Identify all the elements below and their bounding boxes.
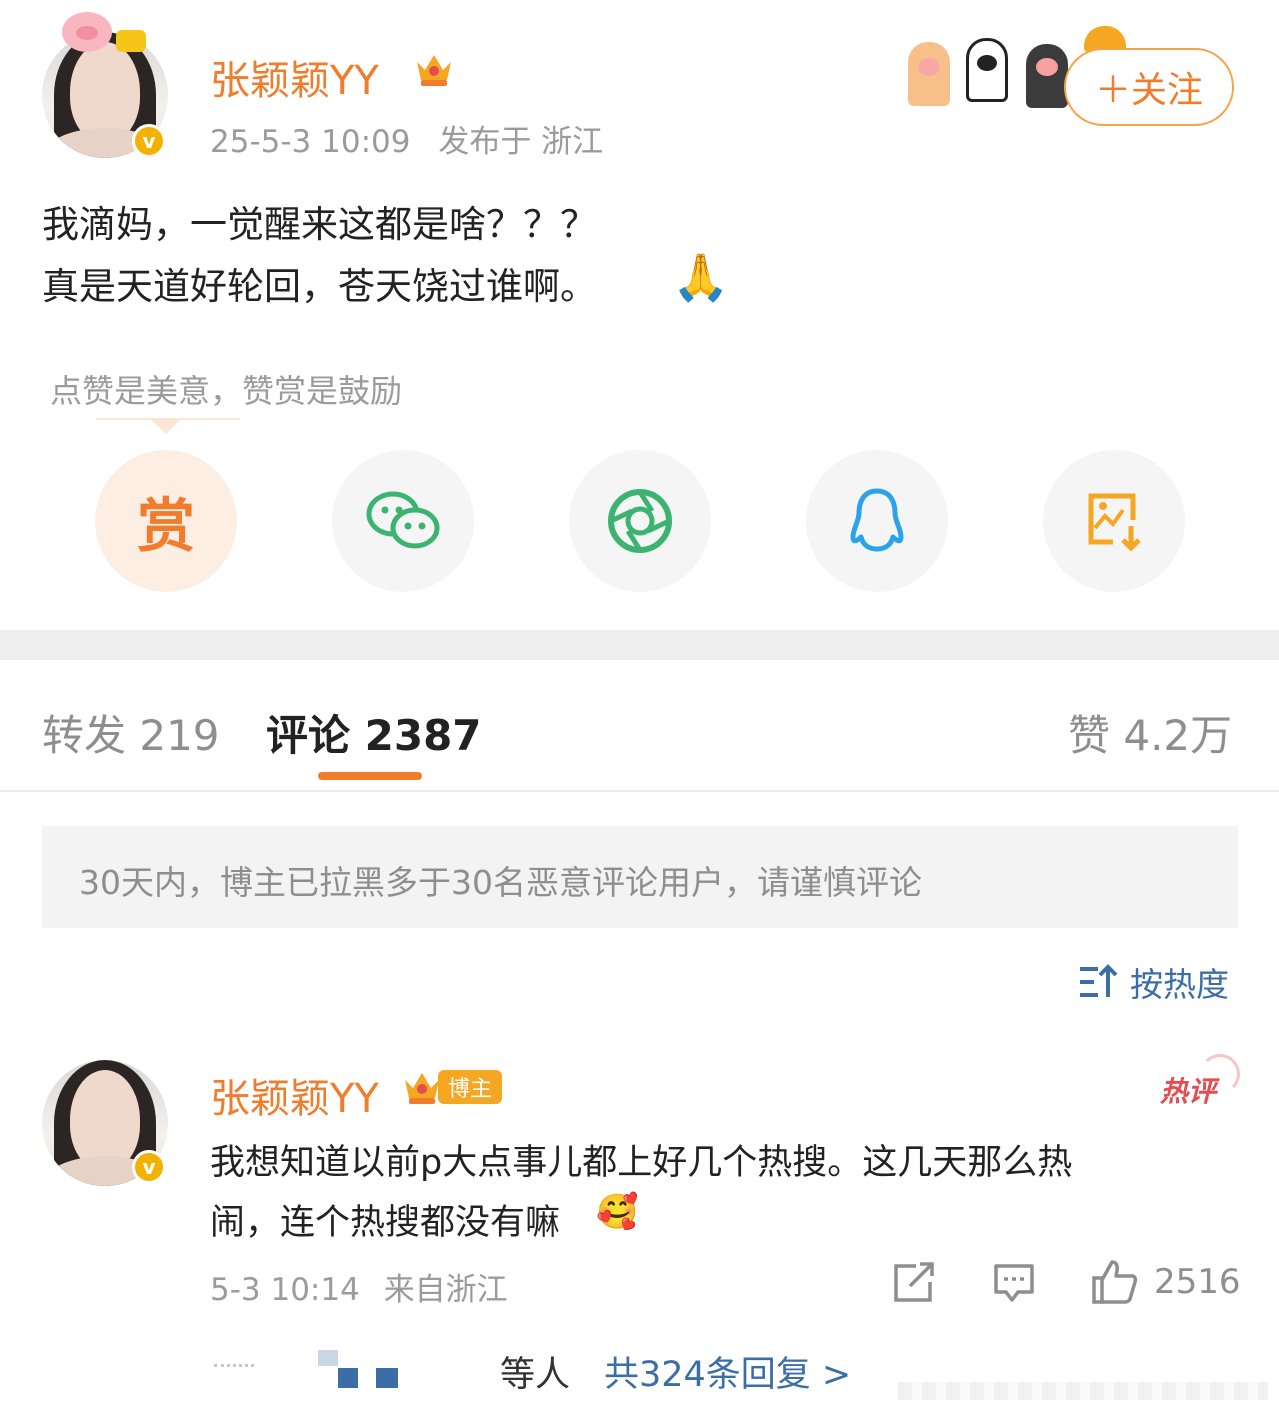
reward-button[interactable]: 赏 <box>95 450 237 592</box>
crown-icon <box>405 1073 439 1104</box>
save-image-button[interactable] <box>1043 450 1185 592</box>
sort-label: 按热度 <box>1130 965 1229 1004</box>
comment-text-line-1: 我想知道以前p大点事儿都上好几个热搜。这几天那么热 <box>210 1143 1073 1183</box>
share-wechat-button[interactable] <box>332 450 474 592</box>
post-text-line-1: 我滴妈，一觉醒来这都是啥？？？ <box>42 203 597 246</box>
reward-icon: 赏 <box>136 492 195 560</box>
post-text-line-2: 真是天道好轮回，苍天饶过谁啊。 <box>42 265 597 308</box>
like-count: 2516 <box>1154 1262 1241 1302</box>
tab-repost[interactable]: 转发 219 <box>42 702 220 763</box>
tip-pointer <box>152 420 180 434</box>
comment-emoji: 🥰 <box>596 1192 639 1232</box>
follow-button[interactable]: ＋关注 <box>1064 48 1234 126</box>
view-replies-link[interactable]: 共324条回复 > <box>604 1346 851 1397</box>
comment-time: 5-3 10:14 <box>210 1272 360 1308</box>
reply-comment-icon[interactable] <box>992 1262 1036 1304</box>
notice-text: 30天内，博主已拉黑多于30名恶意评论用户，请谨慎评论 <box>79 863 922 902</box>
sort-icon <box>1080 964 1118 997</box>
share-qq-button[interactable] <box>806 450 948 592</box>
crown-icon <box>417 55 451 86</box>
post-time: 25-5-3 10:09 <box>210 124 411 160</box>
replies-prefix: 等人 <box>500 1355 571 1395</box>
comment-meta: 5-3 10:14 来自浙江 <box>210 1264 508 1309</box>
active-tab-indicator <box>318 772 422 780</box>
duck-sticker-icon <box>116 30 146 52</box>
pray-emoji: 🙏 <box>672 250 730 304</box>
qq-icon <box>850 488 904 552</box>
moments-icon <box>608 489 672 553</box>
wechat-icon <box>366 491 440 549</box>
thumbs-up-icon <box>1092 1260 1138 1304</box>
share-comment-icon[interactable] <box>892 1262 936 1304</box>
comment-location: 来自浙江 <box>383 1272 508 1308</box>
scroll-indicator <box>898 1382 1268 1400</box>
reward-tip: 点赞是美意，赞赏是鼓励 <box>50 372 403 410</box>
paw-decoration-icon <box>908 42 950 106</box>
comment-verified-badge-icon: v <box>132 1150 166 1184</box>
paw-decoration-icon <box>966 38 1008 102</box>
paw-decoration-icon <box>1026 44 1068 108</box>
hot-flame-icon <box>1200 1054 1240 1094</box>
author-name[interactable]: 张颖颖YY <box>210 48 379 106</box>
sort-by-hot-button[interactable]: 按热度 <box>1078 958 1229 1006</box>
post-meta: 25-5-3 10:09 发布于 浙江 <box>210 116 603 161</box>
share-moments-button[interactable] <box>569 450 711 592</box>
section-divider <box>0 630 1279 660</box>
tabs-divider <box>0 790 1279 792</box>
post-location: 发布于 浙江 <box>438 124 604 160</box>
host-badge-label: 博主 <box>438 1070 503 1104</box>
reply-avatars-placeholder <box>214 1364 254 1371</box>
save-image-icon <box>1088 493 1141 552</box>
verified-badge-icon: v <box>132 124 166 158</box>
tab-comment[interactable]: 评论 2387 <box>266 702 482 763</box>
like-comment-button[interactable]: 2516 <box>1090 1258 1241 1306</box>
comment-author-name[interactable]: 张颖颖YY <box>210 1066 379 1124</box>
comment-notice: 30天内，博主已拉黑多于30名恶意评论用户，请谨慎评论 <box>42 826 1238 928</box>
pig-sticker-icon <box>62 12 112 52</box>
host-badge: 博主 <box>402 1068 503 1106</box>
tab-like[interactable]: 赞 4.2万 <box>1068 702 1232 763</box>
comment-text-line-2: 闹，连个热搜都没有嘛 <box>210 1203 561 1243</box>
